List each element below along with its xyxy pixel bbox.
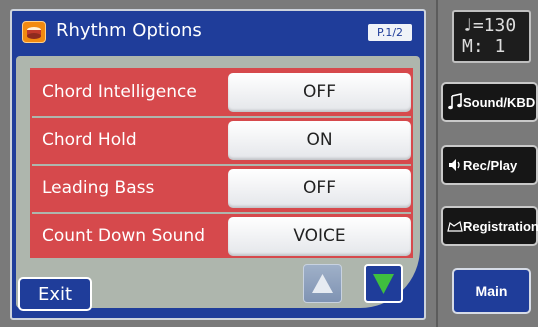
leading-bass-value-button[interactable]: OFF <box>228 169 411 208</box>
option-label: Leading Bass <box>42 178 155 198</box>
option-label: Chord Hold <box>42 130 137 150</box>
registration-label: Registration <box>463 219 538 234</box>
rhythm-options-screen: Rhythm Options P.1/2 Chord Intelligence … <box>0 0 538 327</box>
main-button[interactable]: Main <box>452 268 531 314</box>
option-label: Count Down Sound <box>42 226 205 246</box>
rec-play-label: Rec/Play <box>463 158 518 173</box>
page-down-button[interactable] <box>364 264 403 303</box>
sound-kbd-label: Sound/KBD <box>463 95 536 110</box>
option-row-leading-bass: Leading Bass OFF <box>32 166 411 212</box>
rec-play-button[interactable]: Rec/Play <box>441 145 538 185</box>
title-bar: Rhythm Options P.1/2 <box>12 11 424 51</box>
panel-divider <box>436 0 438 327</box>
option-row-chord-intelligence: Chord Intelligence OFF <box>32 70 411 116</box>
registration-button[interactable]: Registration <box>441 206 538 246</box>
options-panel: Chord Intelligence OFF Chord Hold ON Lea… <box>16 56 420 308</box>
options-list: Chord Intelligence OFF Chord Hold ON Lea… <box>30 68 413 258</box>
tempo-readout: ♩=130 <box>462 15 517 36</box>
chord-hold-value-button[interactable]: ON <box>228 121 411 160</box>
page-indicator: P.1/2 <box>368 24 412 41</box>
down-arrow-icon <box>373 274 394 294</box>
chord-intelligence-value-button[interactable]: OFF <box>228 73 411 112</box>
option-row-count-down-sound: Count Down Sound VOICE <box>32 214 411 260</box>
count-down-sound-value-button[interactable]: VOICE <box>228 217 411 256</box>
option-row-chord-hold: Chord Hold ON <box>32 118 411 164</box>
page-up-button[interactable] <box>303 264 342 303</box>
rhythm-app-icon <box>22 21 46 43</box>
music-note-icon <box>448 93 462 110</box>
registration-icon <box>447 221 463 232</box>
sound-kbd-button[interactable]: Sound/KBD <box>441 82 538 122</box>
exit-button[interactable]: Exit <box>18 277 92 311</box>
up-arrow-icon <box>312 274 333 293</box>
speaker-icon <box>449 159 460 171</box>
tempo-measure-display: ♩=130 M: 1 <box>452 10 531 63</box>
page-title: Rhythm Options <box>56 20 202 41</box>
measure-readout: M: 1 <box>462 36 506 57</box>
main-panel: Rhythm Options P.1/2 Chord Intelligence … <box>10 9 426 320</box>
option-label: Chord Intelligence <box>42 82 197 102</box>
